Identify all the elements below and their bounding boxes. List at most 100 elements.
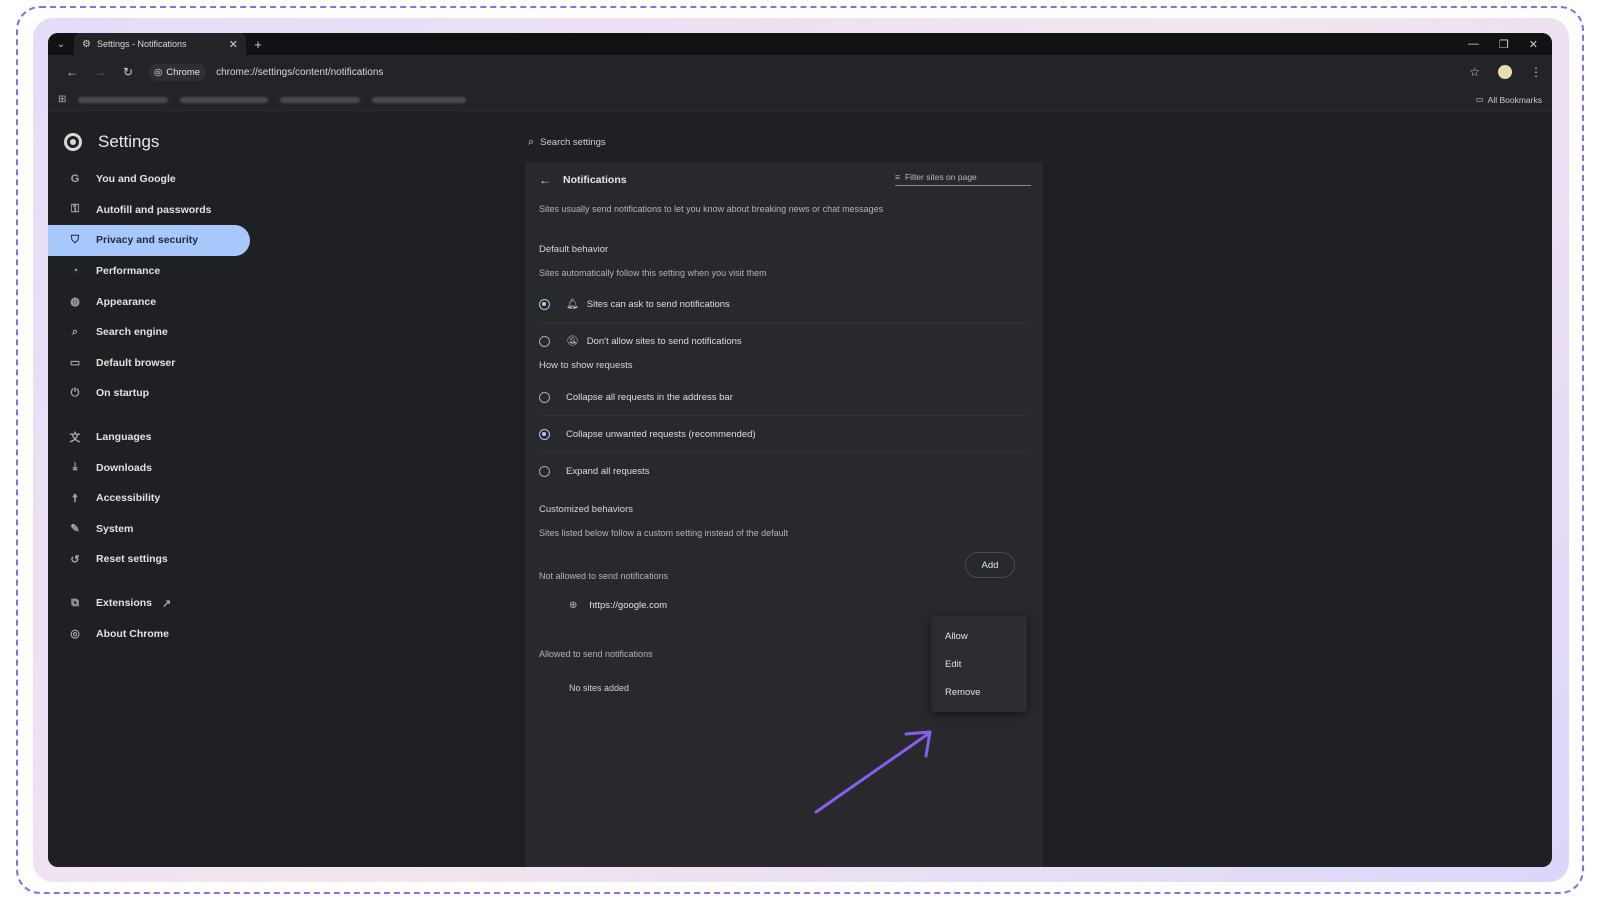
bookmark-item-blurred[interactable] — [372, 96, 467, 103]
more-menu-icon[interactable]: ⋮ — [1530, 65, 1542, 79]
not-allowed-title: Not allowed to send notifications — [539, 571, 669, 581]
option-label: Don't allow sites to send notifications — [586, 336, 742, 347]
search-icon: ⌕ — [528, 135, 535, 148]
default-behavior-desc: Sites automatically follow this setting … — [539, 268, 767, 278]
wrench-icon: ✎ — [70, 523, 80, 536]
customized-desc: Sites listed below follow a custom setti… — [539, 528, 789, 538]
sidebar-item-system[interactable]: ✎ System — [48, 514, 250, 545]
site-info-chip[interactable]: ◎ Chrome — [148, 63, 207, 81]
bookmark-item-blurred[interactable] — [180, 96, 269, 103]
accessibility-icon: ☨ — [72, 492, 78, 505]
reload-icon[interactable]: ↻ — [114, 65, 142, 79]
bell-off-icon: 🔕︎ — [566, 336, 579, 347]
forward-icon[interactable]: → — [86, 65, 114, 79]
search-input[interactable]: Search settings — [540, 137, 605, 148]
globe-icon: ⊕ — [569, 600, 578, 611]
all-bookmarks[interactable]: ▭ All Bookmarks — [1476, 94, 1542, 105]
nav-label: On startup — [96, 387, 150, 400]
sidebar-item-search-engine[interactable]: ⌕ Search engine — [48, 317, 250, 348]
tab-strip: ⌄ ⚙ Settings - Notifications ✕ + — ❐ ✕ — [48, 33, 1552, 55]
sidebar-item-on-startup[interactable]: ⏻ On startup — [48, 378, 250, 409]
site-context-menu: Allow Edit Remove — [931, 616, 1027, 712]
shield-icon: ⛉ — [70, 233, 80, 246]
filter-sites-input[interactable]: ≡ Filter sites on page — [895, 172, 1031, 186]
sidebar-item-accessibility[interactable]: ☨ Accessibility — [48, 483, 250, 514]
close-window-icon[interactable]: ✕ — [1529, 38, 1538, 51]
bookmark-item-blurred[interactable] — [78, 96, 169, 103]
url-text[interactable]: chrome://settings/content/notifications — [216, 67, 383, 78]
tab-settings-notifications[interactable]: ⚙ Settings - Notifications ✕ — [74, 33, 246, 55]
radio-unselected[interactable] — [539, 466, 550, 477]
option-expand-all[interactable]: Expand all requests — [539, 453, 1029, 490]
nav-label: Performance — [96, 265, 161, 278]
sidebar-item-downloads[interactable]: ⤓ Downloads — [48, 452, 250, 483]
search-settings[interactable]: ⌕ Search settings — [526, 122, 1042, 162]
back-icon[interactable]: ← — [58, 65, 86, 79]
speedometer-icon: ◔ — [71, 265, 79, 278]
new-tab-button[interactable]: + — [246, 37, 270, 52]
sidebar-item-privacy[interactable]: ⛉ Privacy and security — [48, 225, 250, 256]
settings-nav: G You and Google ⚿ Autofill and passwords … — [48, 164, 288, 649]
profile-avatar[interactable] — [1498, 65, 1512, 79]
menu-item-allow[interactable]: Allow — [931, 622, 1027, 650]
settings-header: Settings — [48, 122, 288, 162]
page-title: Settings — [98, 132, 160, 151]
download-icon: ⤓ — [72, 461, 78, 474]
nav-label: Appearance — [96, 295, 157, 308]
address-bar[interactable]: ◎ Chrome chrome://settings/content/notif… — [148, 59, 1469, 85]
option-label: Collapse unwanted requests (recommended) — [566, 428, 756, 440]
close-tab-icon[interactable]: ✕ — [229, 38, 238, 51]
sidebar-item-languages[interactable]: 文 Languages — [48, 422, 250, 453]
settings-page: Settings G You and Google ⚿ Autofill and p… — [48, 122, 1552, 867]
requests-title: How to show requests — [539, 360, 633, 371]
option-collapse-unwanted[interactable]: Collapse unwanted requests (recommended) — [539, 416, 1029, 453]
sidebar-item-about-chrome[interactable]: ◎ About Chrome — [48, 618, 250, 649]
apps-grid-icon[interactable]: ⊞ — [58, 94, 66, 105]
chrome-logo-icon — [64, 133, 82, 151]
site-url[interactable]: https://google.com — [589, 600, 667, 611]
back-arrow-icon[interactable]: ← — [539, 173, 551, 187]
option-collapse-all[interactable]: Collapse all requests in the address bar — [539, 379, 1029, 416]
panel-body: ← Notifications ≡ Filter sites on page S… — [525, 162, 1043, 693]
sidebar-item-you-and-google[interactable]: G You and Google — [48, 164, 250, 195]
radio-unselected[interactable] — [539, 391, 550, 403]
option-dont-allow[interactable]: 🔕︎ Don't allow sites to send notificatio… — [539, 323, 1029, 360]
nav-label: Autofill and passwords — [96, 203, 212, 216]
minimize-icon[interactable]: — — [1468, 38, 1479, 50]
customized-title: Customized behaviors — [539, 504, 633, 515]
browser-window: ⌄ ⚙ Settings - Notifications ✕ + — ❐ ✕ ←… — [48, 33, 1552, 867]
radio-unselected[interactable] — [539, 336, 550, 347]
radio-selected[interactable] — [539, 428, 550, 440]
sidebar-item-autofill[interactable]: ⚿ Autofill and passwords — [48, 195, 250, 226]
radio-selected[interactable] — [539, 298, 550, 310]
sidebar-item-appearance[interactable]: ◍ Appearance — [48, 286, 250, 317]
sidebar-item-reset[interactable]: ↺ Reset settings — [48, 544, 250, 575]
intro-text: Sites usually send notifications to let … — [539, 204, 884, 214]
add-button[interactable]: Add — [965, 552, 1015, 578]
not-allowed-header: Not allowed to send notifications Add — [539, 552, 1029, 581]
sidebar-item-default-browser[interactable]: ▭ Default browser — [48, 348, 250, 379]
menu-item-edit[interactable]: Edit — [931, 650, 1027, 678]
filter-placeholder: Filter sites on page — [904, 172, 977, 182]
sidebar-item-performance[interactable]: ◔ Performance — [48, 256, 250, 287]
nav-label: Extensions — [96, 597, 153, 610]
menu-item-remove[interactable]: Remove — [931, 678, 1027, 706]
requests-options: Collapse all requests in the address bar… — [539, 379, 1029, 490]
google-icon: G — [70, 173, 80, 186]
option-sites-can-ask[interactable]: 🔔︎ Sites can ask to send notifications — [539, 286, 1029, 323]
nav-label: About Chrome — [96, 627, 169, 640]
option-label: Sites can ask to send notifications — [586, 298, 730, 310]
tab-search-icon[interactable]: ⌄ — [48, 33, 74, 55]
window-controls: — ❐ ✕ — [1468, 33, 1546, 55]
nav-label: Privacy and security — [96, 234, 199, 247]
sidebar-item-extensions[interactable]: ⧉ Extensions ↗ — [48, 588, 250, 619]
bookmark-star-icon[interactable]: ☆ — [1469, 65, 1480, 79]
puzzle-icon: ⧉ — [71, 596, 79, 609]
bell-icon: 🔔︎ — [566, 298, 579, 310]
bookmark-item-blurred[interactable] — [280, 96, 361, 103]
nav-label: Default browser — [96, 356, 176, 369]
chrome-icon: ◎ — [70, 628, 80, 641]
restore-icon[interactable]: ❐ — [1499, 38, 1509, 51]
